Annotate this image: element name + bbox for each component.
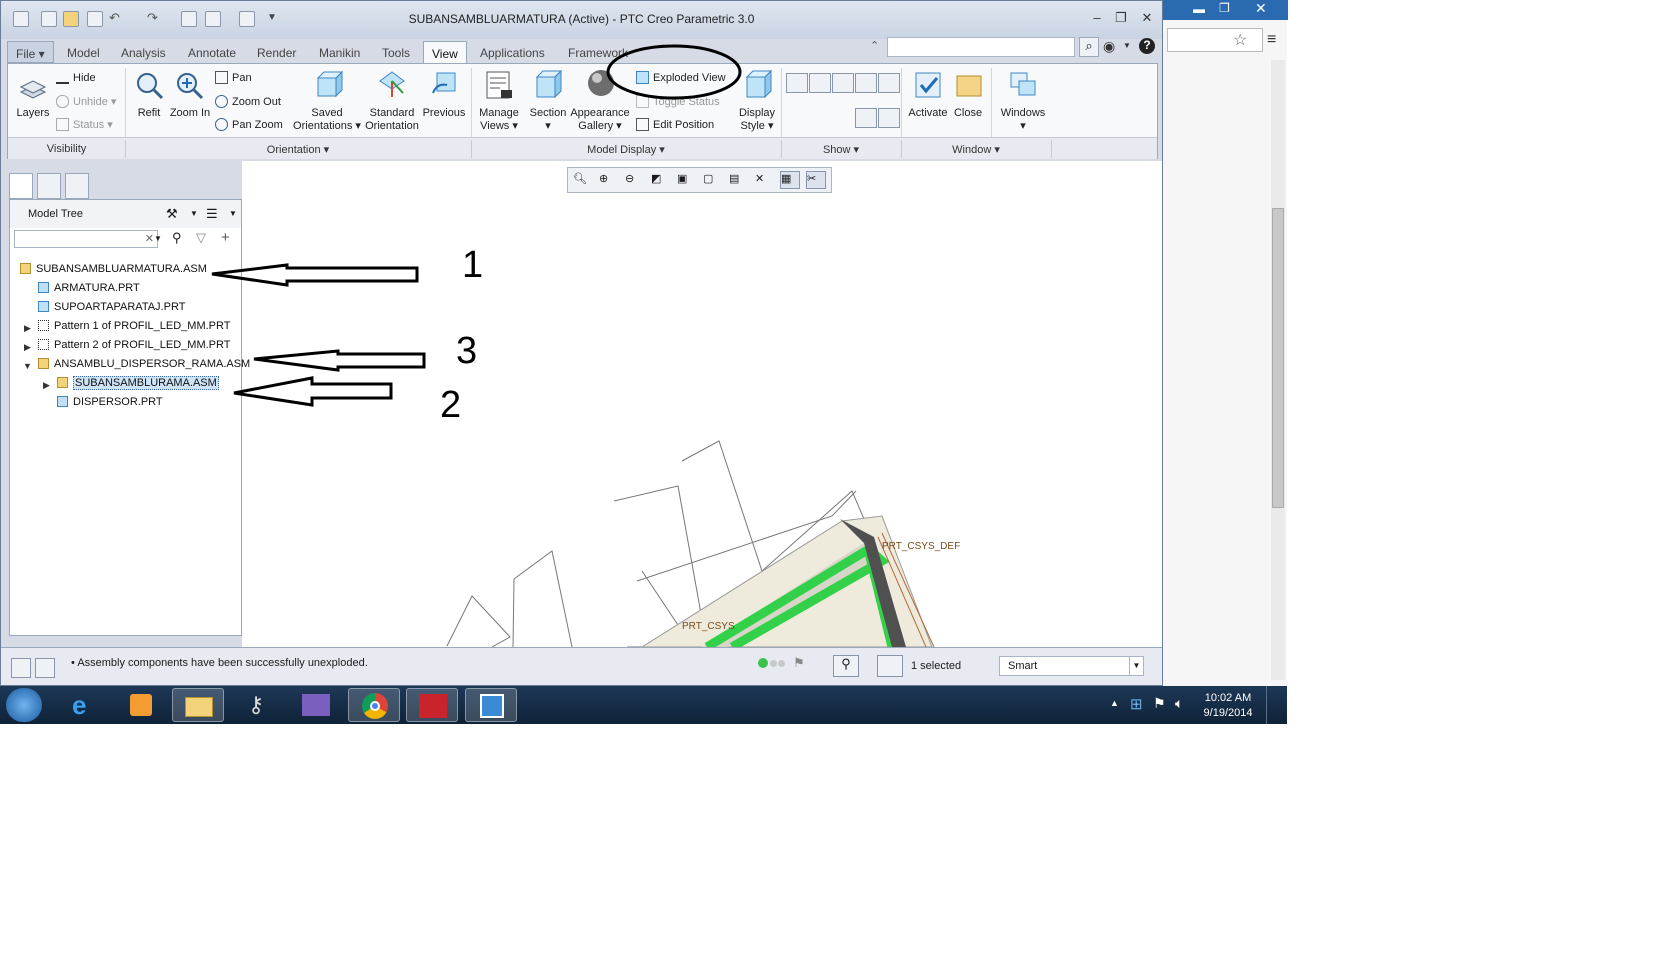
highlight-ellipse	[606, 44, 742, 100]
network-icon[interactable]: ⊞	[1130, 695, 1143, 713]
browser-close-button[interactable]: ✕	[1255, 0, 1267, 17]
browser-maximize-button[interactable]: ❐	[1219, 1, 1230, 15]
keys-app-icon[interactable]: ⚷	[232, 688, 284, 722]
start-button[interactable]	[6, 688, 42, 722]
browser-address-bar[interactable]	[1167, 28, 1263, 52]
browser-scrollbar[interactable]	[1271, 60, 1285, 680]
file-explorer-icon[interactable]	[172, 688, 224, 722]
background-browser-window: ▬ ❐ ✕ ☆ ≡	[1160, 0, 1288, 686]
acrobat-icon[interactable]	[406, 688, 458, 722]
visual-studio-icon[interactable]	[290, 688, 342, 722]
media-player-icon[interactable]	[116, 688, 168, 722]
chrome-icon[interactable]	[348, 688, 400, 722]
windows-taskbar: e ⚷ ▲ ⊞ ⚑ 🔈︎	[0, 686, 1287, 724]
browser-minimize-button[interactable]: ▬	[1193, 2, 1205, 16]
annotation-overlay	[211, 44, 742, 407]
annotation-number-1: 1	[462, 244, 484, 286]
star-icon[interactable]: ☆	[1233, 30, 1247, 50]
internet-explorer-icon[interactable]: e	[58, 688, 110, 722]
arrow-3	[253, 349, 426, 372]
annotation-number-3: 3	[456, 330, 478, 372]
menu-icon[interactable]: ≡	[1267, 31, 1276, 49]
scrollbar-thumb[interactable]	[1272, 208, 1284, 508]
show-desktop-button[interactable]	[1266, 686, 1287, 724]
action-center-flag-icon[interactable]: ⚑	[1153, 695, 1166, 712]
creo-taskbar-icon[interactable]	[465, 688, 517, 722]
arrow-2	[233, 376, 393, 407]
annotation-number-2: 2	[440, 384, 462, 426]
arrow-1	[211, 263, 419, 287]
taskbar-clock[interactable]: 10:02 AM 9/19/2014	[1190, 691, 1266, 721]
browser-titlebar: ▬ ❐ ✕	[1161, 0, 1288, 20]
volume-icon[interactable]: 🔈︎	[1175, 695, 1183, 712]
tray-expand-icon[interactable]: ▲	[1110, 698, 1119, 708]
